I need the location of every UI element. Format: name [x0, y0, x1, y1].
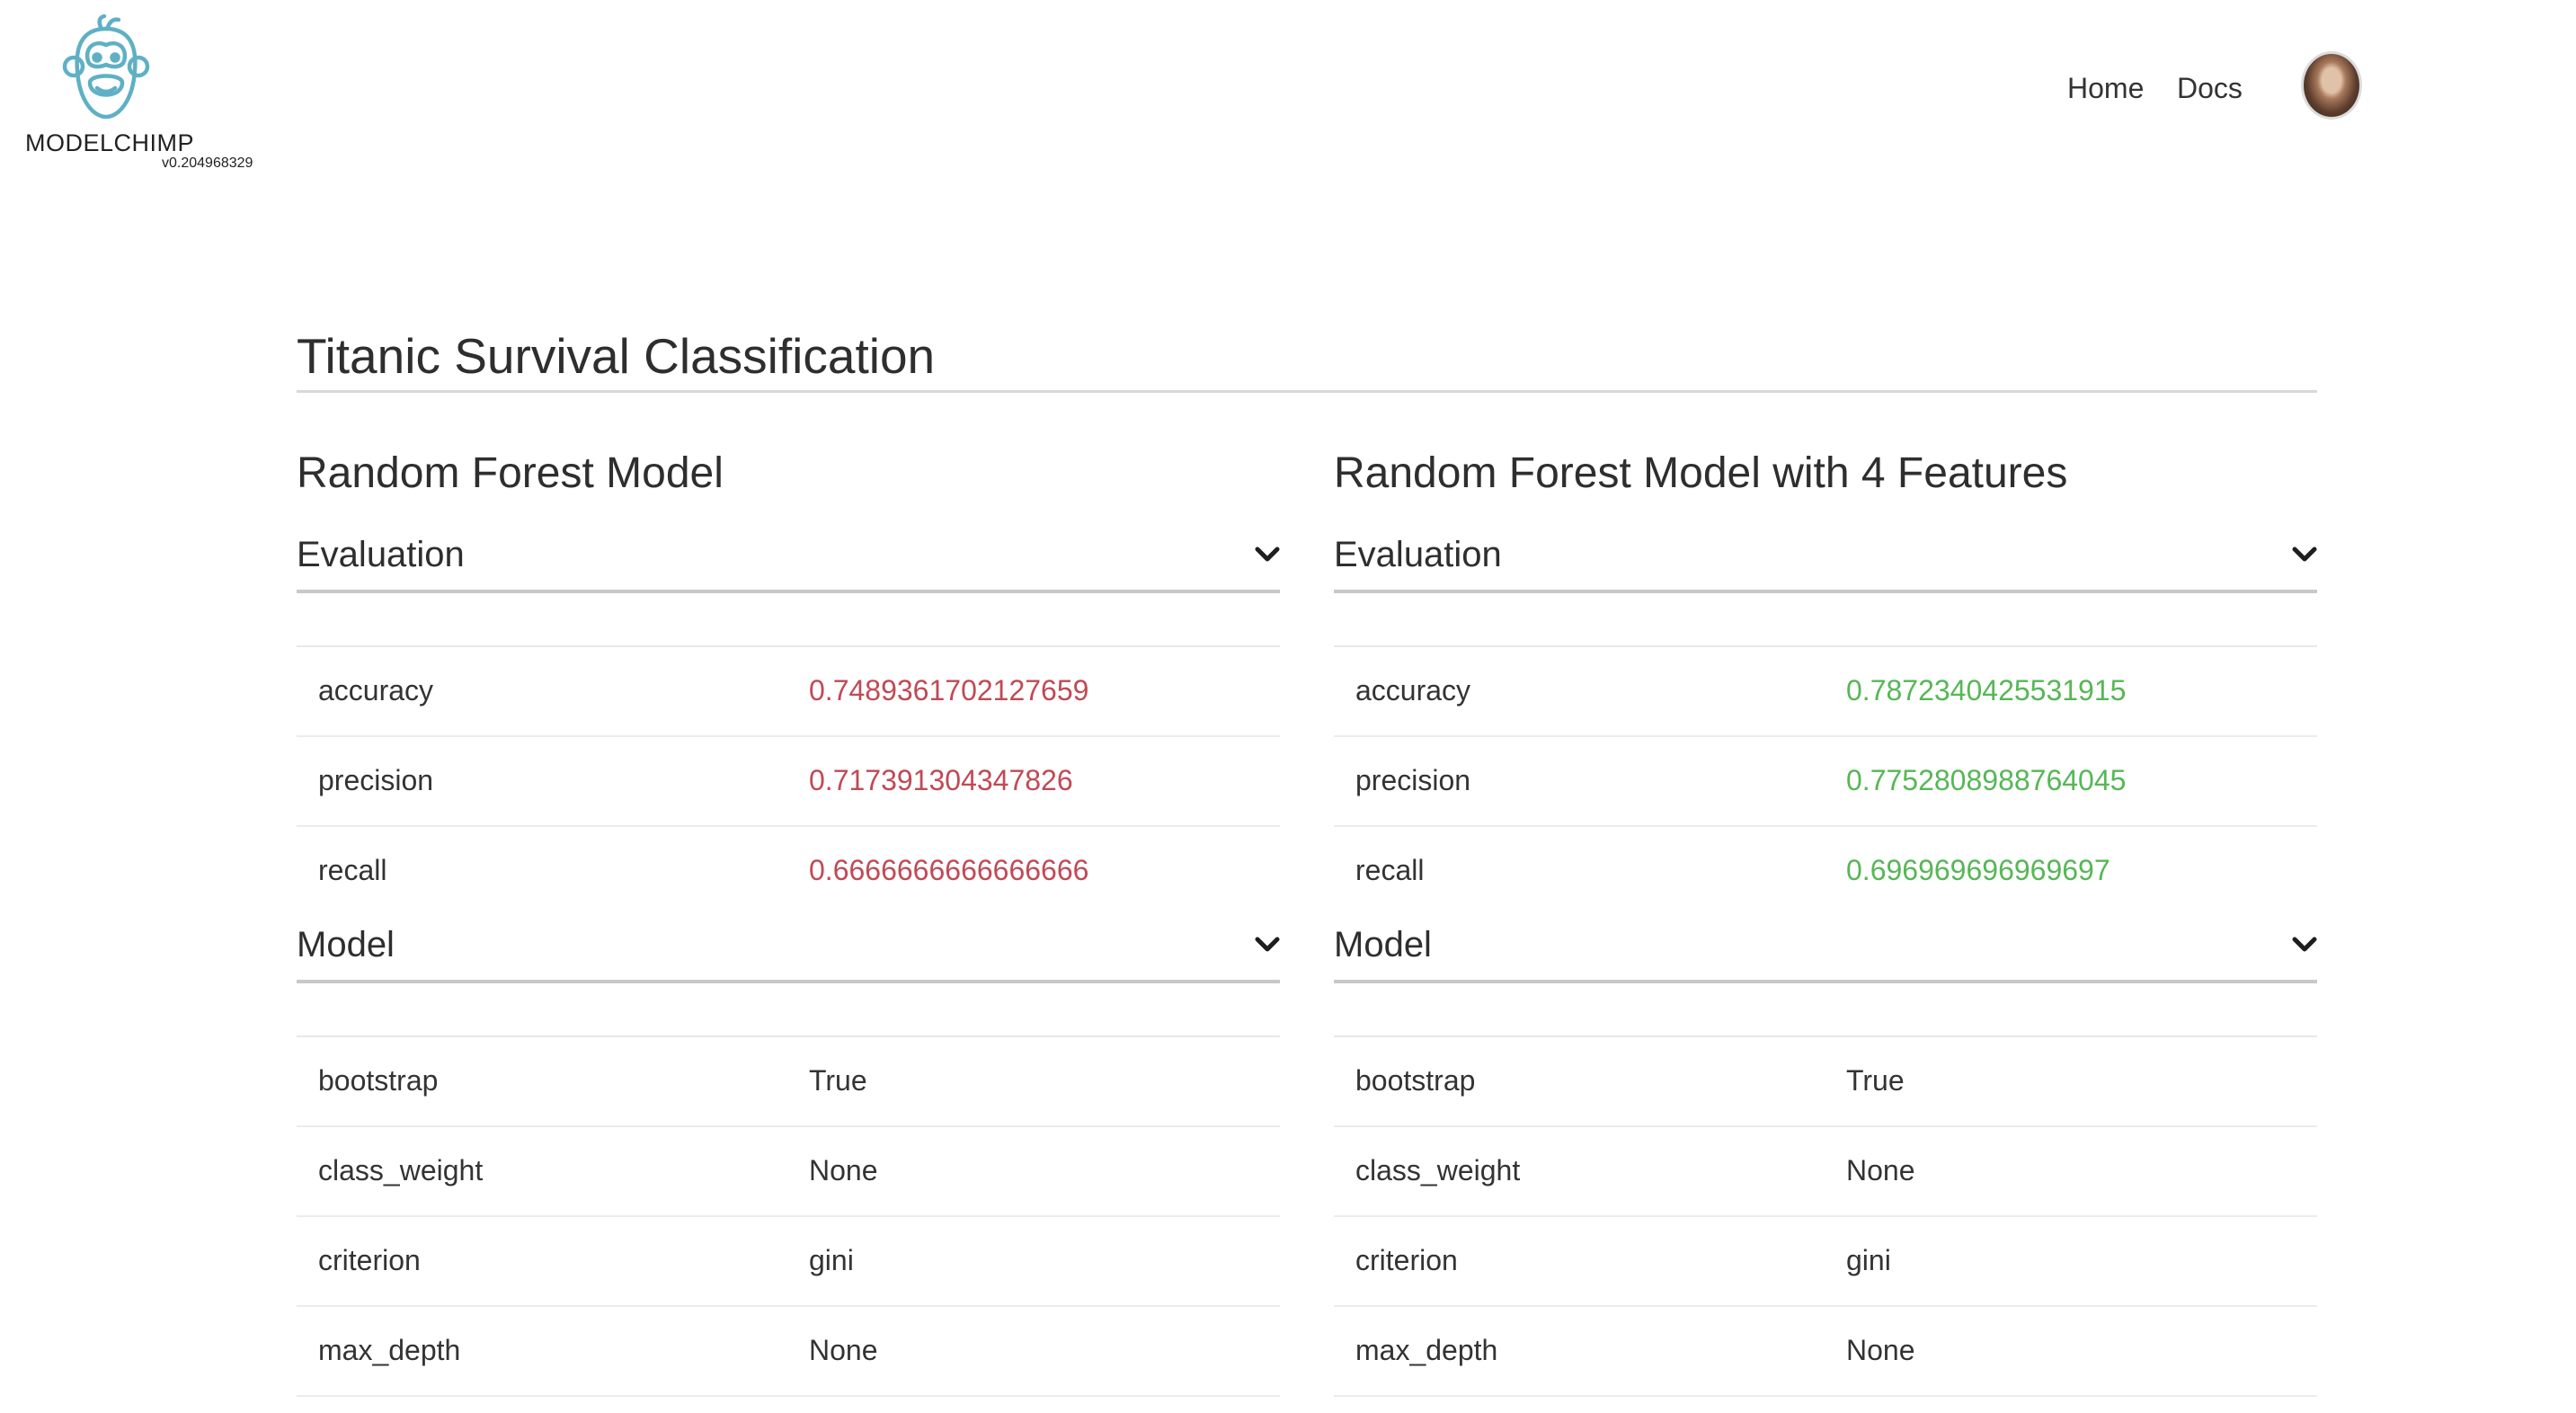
param-row-criterion: criterion gini: [1334, 1217, 2317, 1307]
metric-name: accuracy: [1355, 674, 1471, 706]
metric-name: recall: [318, 854, 387, 886]
chevron-down-icon: [2292, 937, 2317, 952]
chevron-down-icon: [1255, 937, 1280, 952]
param-value: None: [1846, 1154, 1915, 1186]
brand-name: MODELCHIMP: [25, 129, 195, 156]
metric-value: 0.7489361702127659: [809, 674, 1089, 706]
param-row-max-depth: max_depth None: [297, 1307, 1280, 1397]
param-name: class_weight: [318, 1154, 484, 1186]
evaluation-header-label: Evaluation: [1334, 535, 1502, 574]
model-column-1: Random Forest Model Evaluation accuracy …: [297, 440, 1280, 1397]
param-name: max_depth: [318, 1334, 461, 1366]
chimp-logo-icon: [62, 14, 150, 120]
param-name: bootstrap: [1355, 1064, 1476, 1097]
model-title: Random Forest Model: [297, 449, 724, 497]
metric-value: 0.6666666666666666: [809, 854, 1089, 886]
param-row-bootstrap: bootstrap True: [1334, 1037, 2317, 1127]
param-value: None: [809, 1334, 878, 1366]
chevron-down-icon: [1255, 547, 1280, 562]
param-name: bootstrap: [318, 1064, 439, 1097]
model-title: Random Forest Model with 4 Features: [1334, 449, 2068, 497]
metric-name: precision: [1355, 764, 1471, 796]
nav-home-link[interactable]: Home: [2067, 72, 2144, 105]
chevron-down-icon: [2292, 547, 2317, 562]
metric-row-accuracy: accuracy 0.7489361702127659: [297, 647, 1280, 737]
param-value: None: [1846, 1334, 1915, 1366]
param-row-bootstrap: bootstrap True: [297, 1037, 1280, 1127]
metric-value: 0.696969696969697: [1846, 854, 2110, 886]
metric-value: 0.717391304347826: [809, 764, 1073, 796]
nav-docs-link[interactable]: Docs: [2177, 72, 2243, 105]
metric-row-precision: precision 0.7752808988764045: [1334, 737, 2317, 827]
evaluation-header-label: Evaluation: [297, 535, 465, 574]
model-header-label: Model: [297, 925, 395, 964]
page-title: Titanic Survival Classification: [297, 327, 2317, 393]
param-row-class-weight: class_weight None: [1334, 1127, 2317, 1217]
version-label: v0.204968329: [162, 156, 253, 171]
param-name: max_depth: [1355, 1334, 1498, 1366]
metric-row-recall: recall 0.6666666666666666: [297, 827, 1280, 915]
metric-name: recall: [1355, 854, 1425, 886]
param-row-criterion: criterion gini: [297, 1217, 1280, 1307]
param-row-max-depth: max_depth None: [1334, 1307, 2317, 1397]
evaluation-accordion-header[interactable]: Evaluation: [297, 525, 1280, 593]
param-name: criterion: [318, 1244, 421, 1276]
metric-row-recall: recall 0.696969696969697: [1334, 827, 2317, 915]
metric-value: 0.7752808988764045: [1846, 764, 2127, 796]
param-row-class-weight: class_weight None: [297, 1127, 1280, 1217]
model-header-label: Model: [1334, 925, 1432, 964]
param-value: gini: [809, 1244, 854, 1276]
metric-name: precision: [318, 764, 434, 796]
metric-value: 0.7872340425531915: [1846, 674, 2127, 706]
metric-row-precision: precision 0.717391304347826: [297, 737, 1280, 827]
metric-row-accuracy: accuracy 0.7872340425531915: [1334, 647, 2317, 737]
param-name: class_weight: [1355, 1154, 1521, 1186]
metric-name: accuracy: [318, 674, 434, 706]
param-value: None: [809, 1154, 878, 1186]
model-column-2: Random Forest Model with 4 Features Eval…: [1334, 440, 2317, 1397]
evaluation-accordion-header[interactable]: Evaluation: [1334, 525, 2317, 593]
param-value: True: [809, 1064, 867, 1097]
param-value: gini: [1846, 1244, 1891, 1276]
param-name: criterion: [1355, 1244, 1458, 1276]
user-avatar[interactable]: [2301, 51, 2362, 120]
model-accordion-header[interactable]: Model: [297, 915, 1280, 983]
model-accordion-header[interactable]: Model: [1334, 915, 2317, 983]
param-value: True: [1846, 1064, 1905, 1097]
brand-logo[interactable]: MODELCHIMP v0.204968329: [20, 14, 289, 176]
